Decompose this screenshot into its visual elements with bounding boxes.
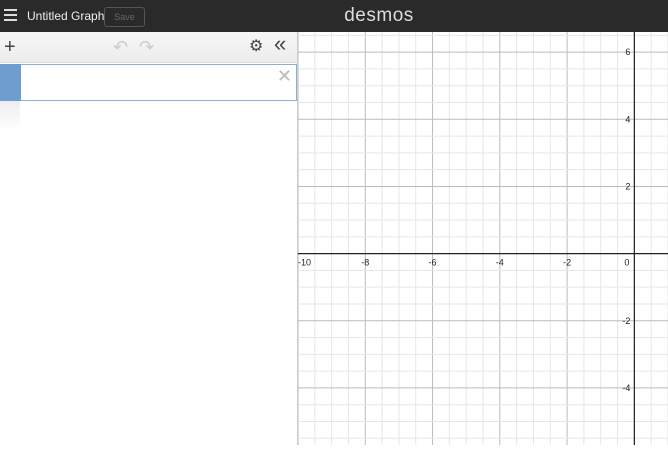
tick-label: 6 — [625, 47, 630, 57]
redo-icon[interactable]: ↷ — [139, 37, 154, 57]
tick-label: -4 — [496, 258, 504, 268]
expression-input[interactable]: ✕ — [0, 64, 297, 101]
tick-label: -8 — [361, 258, 369, 268]
graph-canvas[interactable]: -10 -8 -6 -4 -2 0 6 4 2 -2 -4 — [298, 32, 668, 445]
expression-panel: + ↶ ↷ ⚙ « ✕ — [0, 32, 298, 445]
add-icon[interactable]: + — [4, 37, 16, 57]
tick-label: -2 — [622, 316, 630, 326]
tick-label: 2 — [625, 181, 630, 191]
tick-label: 0 — [624, 258, 629, 268]
gear-icon[interactable]: ⚙ — [249, 37, 263, 57]
expression-toolbar: + ↶ ↷ ⚙ « — [0, 32, 297, 63]
collapse-icon[interactable]: « — [274, 34, 286, 54]
tick-label: -4 — [622, 383, 630, 393]
graph-grid[interactable]: -10 -8 -6 -4 -2 0 6 4 2 -2 -4 — [298, 32, 668, 445]
desmos-logo: desmos — [0, 5, 668, 27]
undo-icon[interactable]: ↶ — [113, 37, 128, 57]
expression-tab[interactable] — [0, 64, 21, 101]
tick-label: -6 — [429, 258, 437, 268]
tick-label: 4 — [625, 114, 630, 124]
expression-gutter — [0, 101, 20, 131]
tick-label: -10 — [298, 258, 311, 268]
close-icon[interactable]: ✕ — [277, 66, 292, 87]
tick-label: -2 — [563, 258, 571, 268]
top-bar: Untitled Graph Save desmos — [0, 0, 668, 32]
